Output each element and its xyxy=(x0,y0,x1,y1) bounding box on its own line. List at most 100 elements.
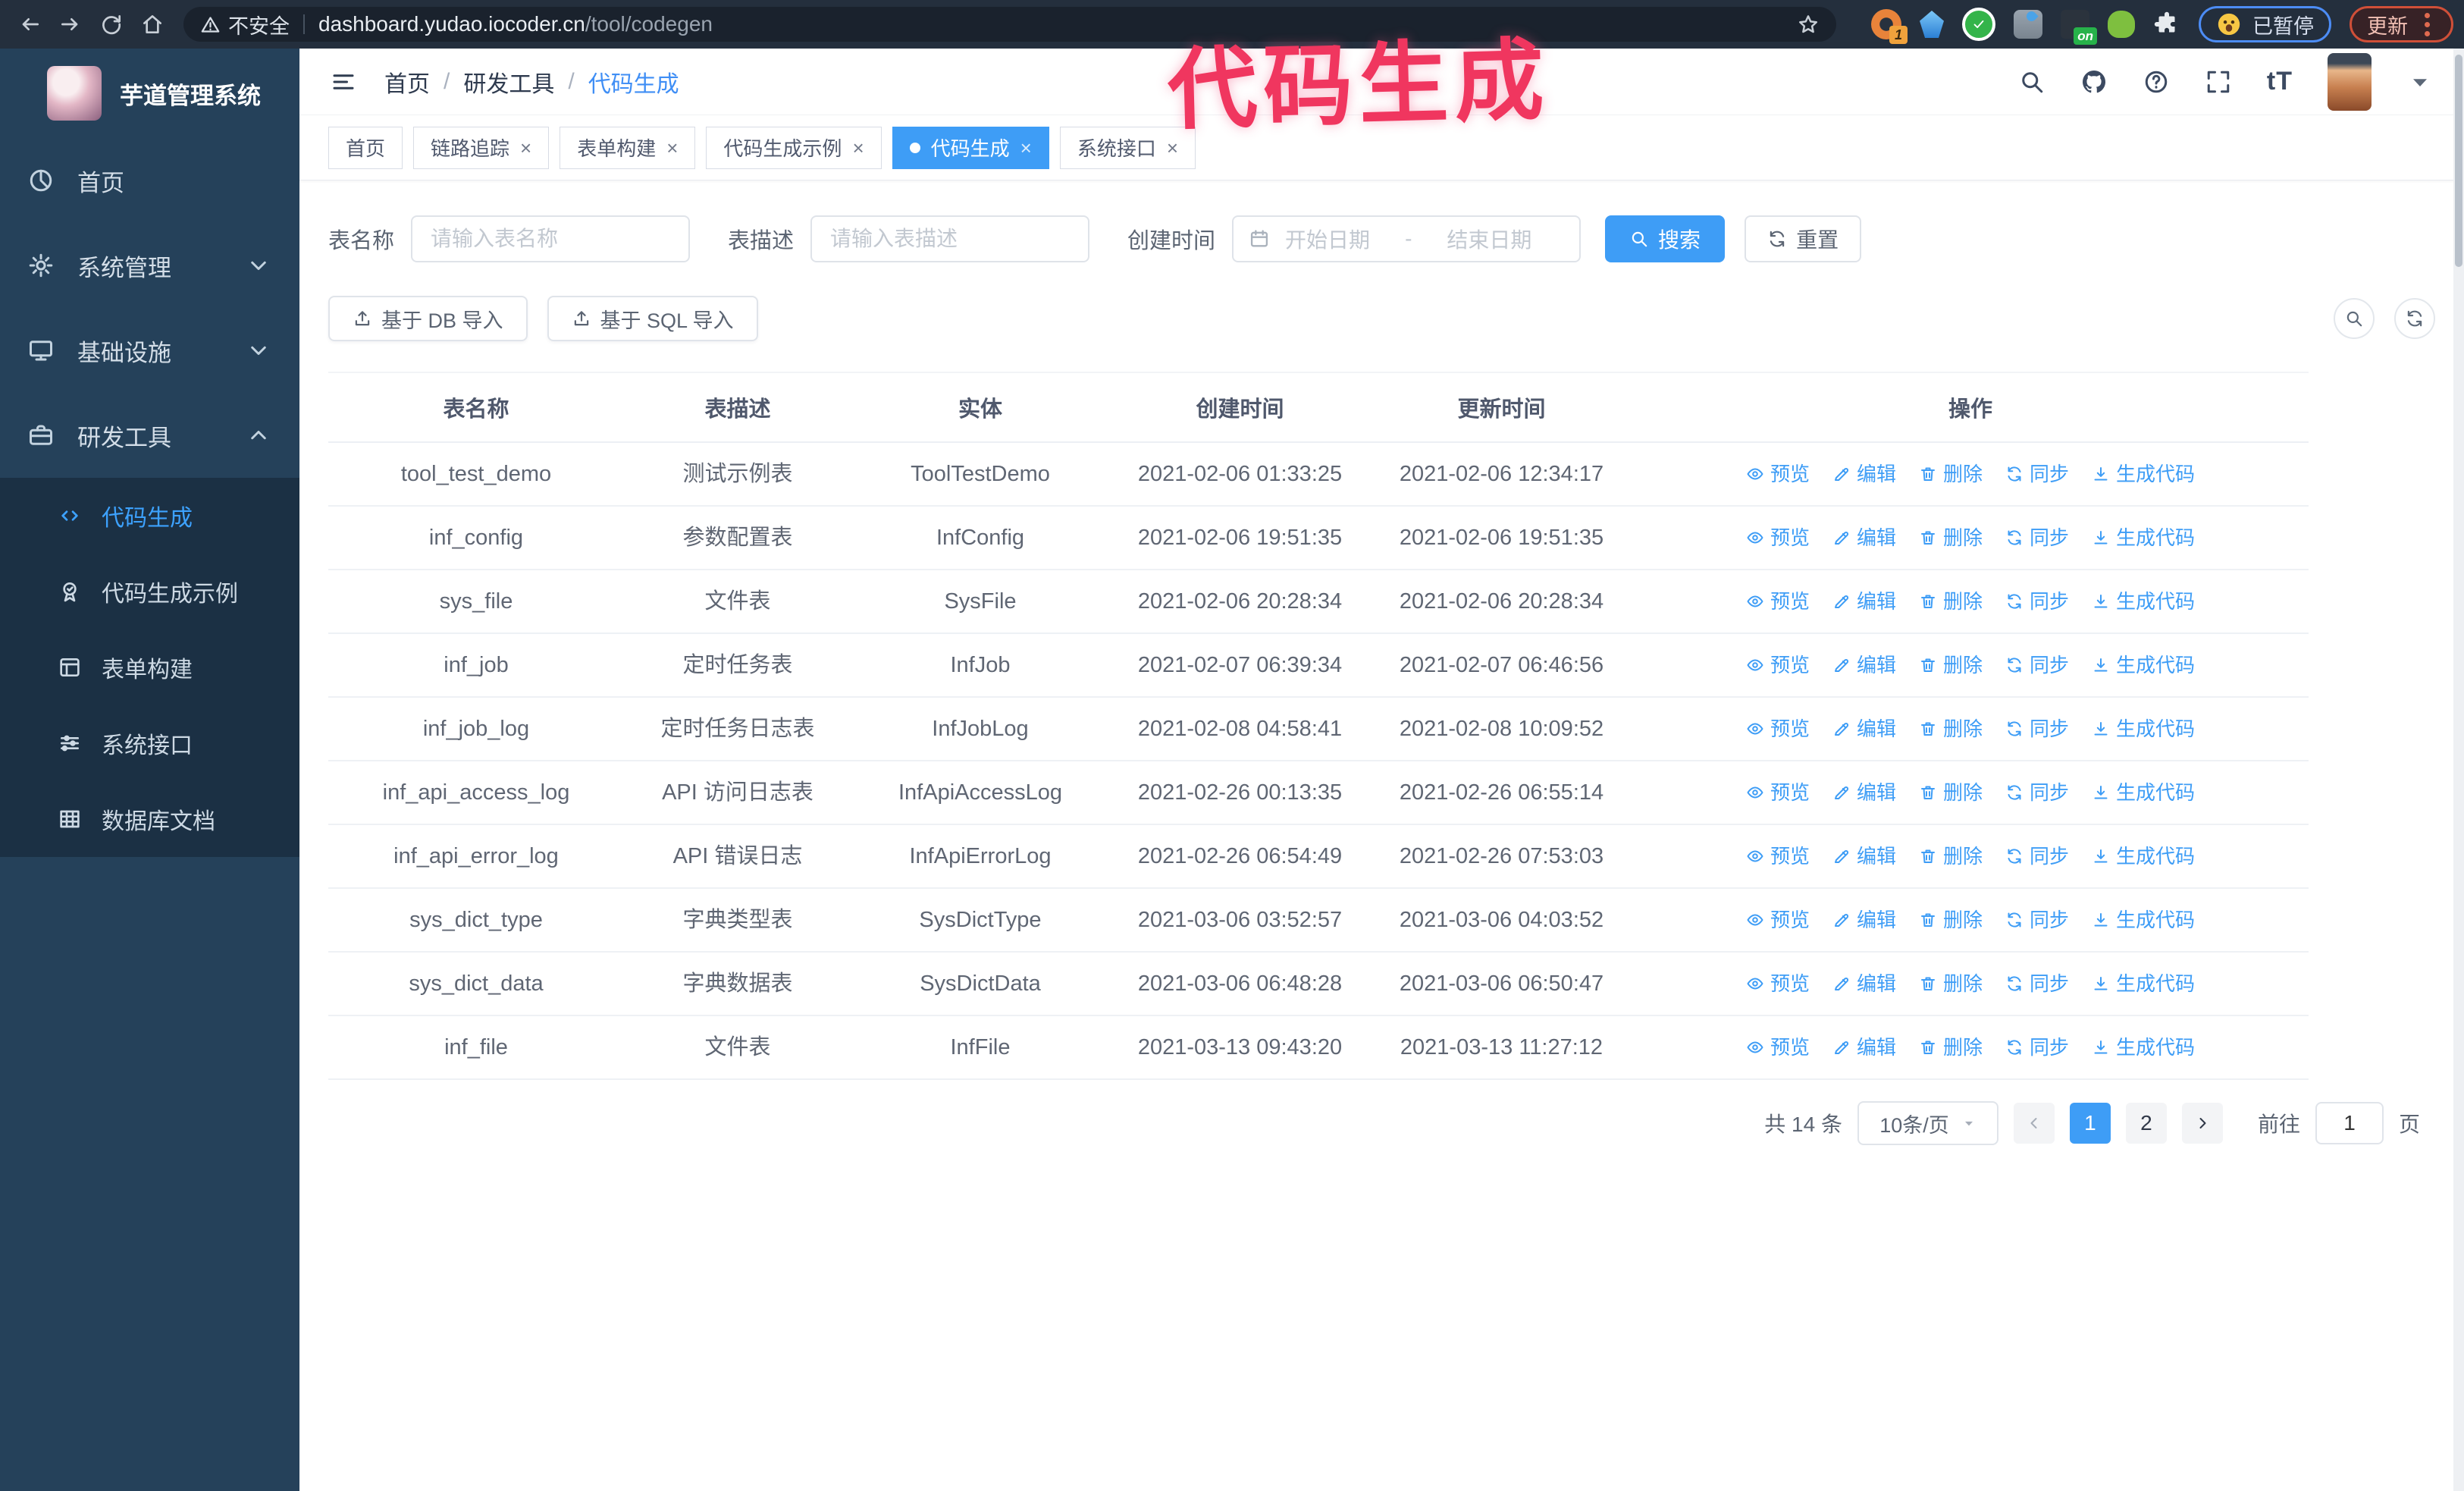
page-button-2[interactable]: 2 xyxy=(2125,1103,2167,1144)
action-sync[interactable]: 同步 xyxy=(2005,521,2069,554)
update-button[interactable]: 更新 xyxy=(2350,6,2453,42)
user-avatar[interactable] xyxy=(2328,52,2372,111)
close-icon[interactable]: × xyxy=(520,138,531,158)
breadcrumb-item[interactable]: 研发工具 xyxy=(463,65,554,99)
action-delete[interactable]: 删除 xyxy=(1919,967,1983,1000)
action-generate[interactable]: 生成代码 xyxy=(2092,712,2195,746)
action-generate[interactable]: 生成代码 xyxy=(2092,903,2195,937)
page-button-1[interactable]: 1 xyxy=(2069,1103,2111,1144)
close-icon[interactable]: × xyxy=(852,138,864,158)
action-delete[interactable]: 删除 xyxy=(1919,457,1983,491)
browser-reload-icon[interactable] xyxy=(92,5,130,43)
sidebar-item-codegen-example[interactable]: 代码生成示例 xyxy=(0,554,299,629)
close-icon[interactable]: × xyxy=(1167,138,1178,158)
action-generate[interactable]: 生成代码 xyxy=(2092,967,2195,1000)
extension-alien-icon[interactable] xyxy=(2108,11,2135,38)
scrollbar-thumb[interactable] xyxy=(2455,55,2462,267)
action-edit[interactable]: 编辑 xyxy=(1832,967,1896,1000)
tab-item[interactable]: 系统接口 × xyxy=(1059,126,1196,169)
action-preview[interactable]: 预览 xyxy=(1746,776,1810,809)
action-delete[interactable]: 删除 xyxy=(1919,648,1983,682)
fontsize-icon[interactable]: tT xyxy=(2267,67,2293,96)
action-edit[interactable]: 编辑 xyxy=(1832,521,1896,554)
browser-home-icon[interactable] xyxy=(133,5,171,43)
chevron-down-icon[interactable] xyxy=(2406,68,2434,96)
action-delete[interactable]: 删除 xyxy=(1919,776,1983,809)
action-sync[interactable]: 同步 xyxy=(2005,457,2069,491)
close-icon[interactable]: × xyxy=(1020,138,1032,158)
action-generate[interactable]: 生成代码 xyxy=(2092,585,2195,618)
sidebar-item-system[interactable]: 系统管理 xyxy=(0,223,299,308)
action-edit[interactable]: 编辑 xyxy=(1832,585,1896,618)
paused-extension-chip[interactable]: 已暂停 xyxy=(2199,6,2331,42)
sidebar-item-codegen[interactable]: 代码生成 xyxy=(0,478,299,554)
extension-dark-icon[interactable]: on xyxy=(2061,10,2097,45)
action-edit[interactable]: 编辑 xyxy=(1832,1031,1896,1064)
next-page-button[interactable] xyxy=(2181,1103,2223,1144)
action-delete[interactable]: 删除 xyxy=(1919,903,1983,937)
goto-page-input[interactable] xyxy=(2315,1102,2384,1144)
github-icon[interactable] xyxy=(2080,68,2108,96)
puzzle-icon[interactable] xyxy=(2153,11,2180,38)
help-icon[interactable] xyxy=(2143,68,2170,96)
action-delete[interactable]: 删除 xyxy=(1919,840,1983,873)
extension-gem-icon[interactable] xyxy=(1920,11,1944,38)
sidebar-item-system-api[interactable]: 系统接口 xyxy=(0,705,299,781)
tab-item[interactable]: 表单构建 × xyxy=(560,126,696,169)
refresh-table-button[interactable] xyxy=(2394,298,2435,339)
action-generate[interactable]: 生成代码 xyxy=(2092,1031,2195,1064)
bookmark-star-icon[interactable] xyxy=(1797,13,1820,36)
tab-item[interactable]: 代码生成示例 × xyxy=(706,126,882,169)
action-sync[interactable]: 同步 xyxy=(2005,712,2069,746)
action-delete[interactable]: 删除 xyxy=(1919,1031,1983,1064)
search-icon[interactable] xyxy=(2018,68,2045,96)
action-generate[interactable]: 生成代码 xyxy=(2092,521,2195,554)
table-desc-input[interactable] xyxy=(810,215,1090,262)
action-edit[interactable]: 编辑 xyxy=(1832,776,1896,809)
action-edit[interactable]: 编辑 xyxy=(1832,903,1896,937)
action-edit[interactable]: 编辑 xyxy=(1832,457,1896,491)
action-sync[interactable]: 同步 xyxy=(2005,1031,2069,1064)
fullscreen-icon[interactable] xyxy=(2205,68,2232,96)
action-preview[interactable]: 预览 xyxy=(1746,903,1810,937)
action-generate[interactable]: 生成代码 xyxy=(2092,840,2195,873)
action-edit[interactable]: 编辑 xyxy=(1832,648,1896,682)
browser-forward-icon[interactable] xyxy=(52,5,89,43)
action-sync[interactable]: 同步 xyxy=(2005,967,2069,1000)
table-name-input[interactable] xyxy=(411,215,691,262)
sidebar-item-form-builder[interactable]: 表单构建 xyxy=(0,629,299,705)
action-sync[interactable]: 同步 xyxy=(2005,585,2069,618)
action-sync[interactable]: 同步 xyxy=(2005,648,2069,682)
hamburger-icon[interactable] xyxy=(330,68,357,96)
close-icon[interactable]: × xyxy=(666,138,678,158)
browser-back-icon[interactable] xyxy=(11,5,49,43)
action-generate[interactable]: 生成代码 xyxy=(2092,457,2195,491)
extension-orange-icon[interactable]: 1 xyxy=(1871,9,1908,44)
action-preview[interactable]: 预览 xyxy=(1746,521,1810,554)
page-scrollbar[interactable] xyxy=(2453,49,2464,1491)
kebab-menu-icon[interactable] xyxy=(2425,21,2430,27)
import-db-button[interactable]: 基于 DB 导入 xyxy=(328,296,528,341)
extension-check-icon[interactable] xyxy=(1962,8,1995,41)
sidebar-item-home[interactable]: 首页 xyxy=(0,138,299,223)
search-button[interactable]: 搜索 xyxy=(1605,215,1726,262)
action-sync[interactable]: 同步 xyxy=(2005,840,2069,873)
action-sync[interactable]: 同步 xyxy=(2005,903,2069,937)
action-preview[interactable]: 预览 xyxy=(1746,712,1810,746)
reset-button[interactable]: 重置 xyxy=(1745,215,1862,262)
sidebar-item-infra[interactable]: 基础设施 xyxy=(0,308,299,393)
action-edit[interactable]: 编辑 xyxy=(1832,840,1896,873)
prev-page-button[interactable] xyxy=(2013,1103,2055,1144)
action-delete[interactable]: 删除 xyxy=(1919,521,1983,554)
action-preview[interactable]: 预览 xyxy=(1746,648,1810,682)
action-generate[interactable]: 生成代码 xyxy=(2092,648,2195,682)
action-preview[interactable]: 预览 xyxy=(1746,840,1810,873)
action-sync[interactable]: 同步 xyxy=(2005,776,2069,809)
extension-grid-icon[interactable] xyxy=(2014,10,2042,39)
tab-item[interactable]: 首页 xyxy=(328,126,403,169)
breadcrumb-item[interactable]: 首页 xyxy=(384,65,430,99)
action-delete[interactable]: 删除 xyxy=(1919,712,1983,746)
action-generate[interactable]: 生成代码 xyxy=(2092,776,2195,809)
page-size-select[interactable]: 10条/页 xyxy=(1857,1101,1998,1145)
action-edit[interactable]: 编辑 xyxy=(1832,712,1896,746)
